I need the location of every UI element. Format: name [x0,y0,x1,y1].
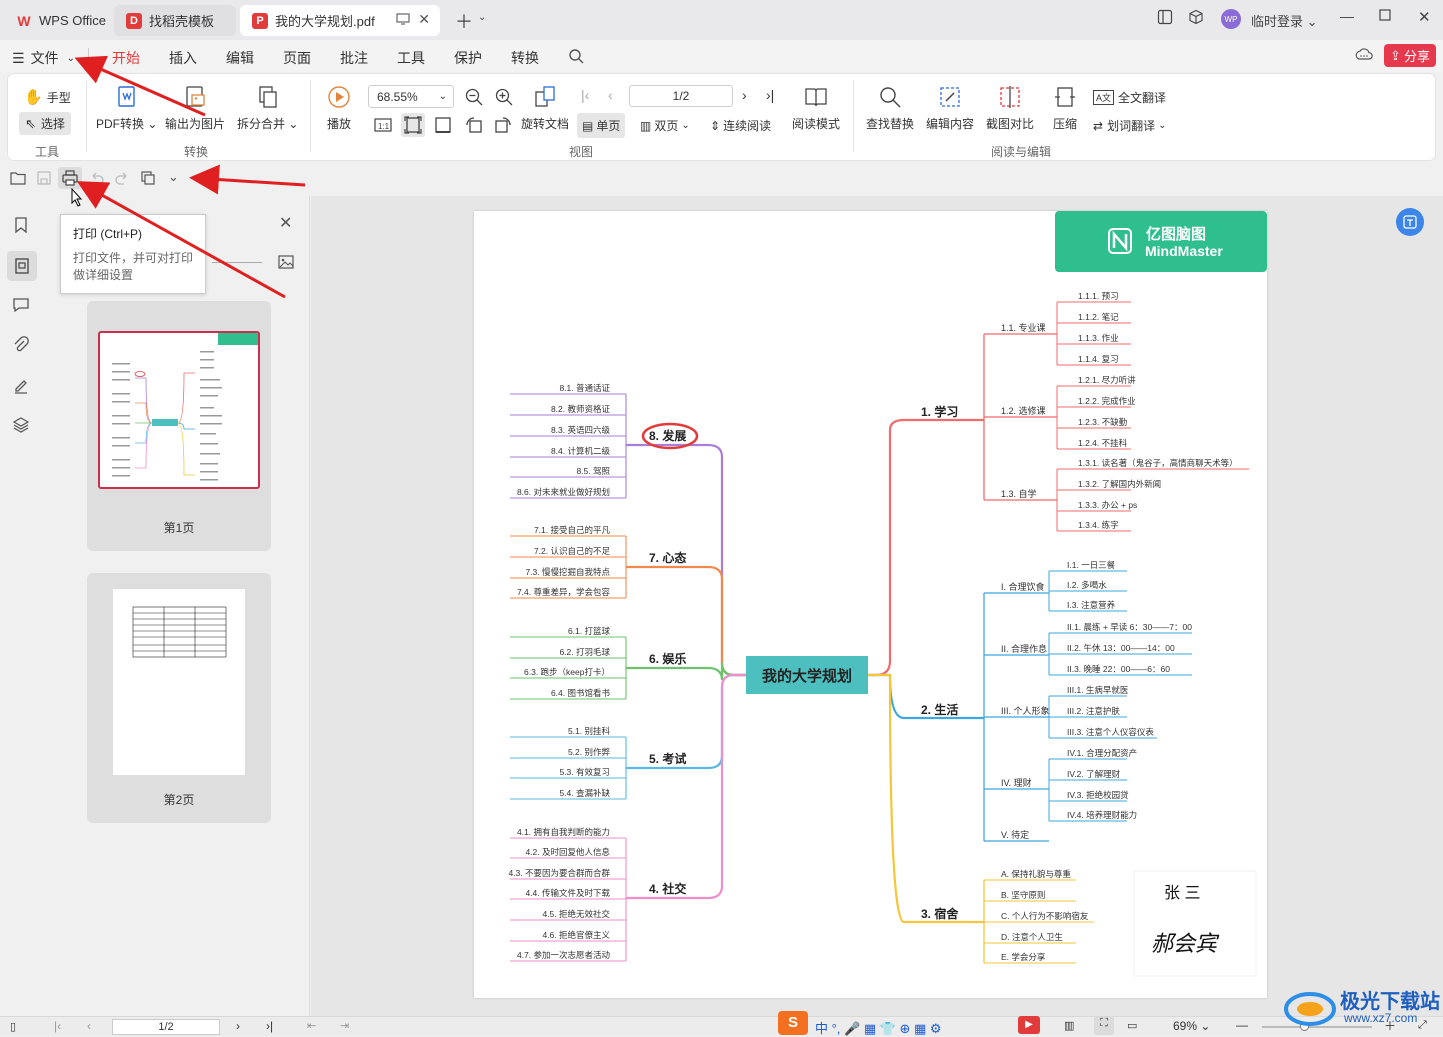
status-page-input[interactable]: 1/2 [112,1019,220,1035]
play-slideshow-icon[interactable]: ▶ [1018,1016,1040,1034]
prev-page-icon[interactable]: ‹ [87,1019,91,1033]
status-bar: ▯ |‹ ‹ 1/2 › ›| ⇤ ⇥ S 中 °, 🎤 ▦ 👕 ⊕ ▦ ⚙ ▶… [0,1011,1443,1037]
watermark-logo-icon [1284,992,1336,1026]
annotation-arrows [71,55,306,299]
ime-toolbar[interactable]: 中 °, 🎤 ▦ 👕 ⊕ ▦ ⚙ [815,1018,942,1037]
fit-page-status-icon[interactable]: ⛶ [1094,1017,1114,1035]
mouse-cursor-icon [71,187,83,207]
watermark-title: 极光下载站 [1340,991,1440,1013]
zoom-out-status-icon[interactable]: — [1236,1018,1248,1032]
arrow-to-file-menu [74,55,206,117]
arrow-to-quick-toolbar [189,164,306,195]
last-page-icon[interactable]: ›| [266,1019,273,1033]
fit-width-status-icon[interactable]: ▭ [1127,1019,1137,1032]
zoom-level[interactable]: 69% ⌄ [1173,1019,1210,1033]
ime-logo-icon[interactable]: S [778,1011,808,1035]
next-page-icon[interactable]: › [236,1019,240,1033]
back-icon[interactable]: ⇤ [307,1019,316,1032]
zoom-level-value: 69% [1173,1019,1198,1033]
first-page-icon[interactable]: |‹ [54,1019,61,1033]
watermark-url: www.xz7.com [1344,1011,1418,1025]
single-page-view-icon[interactable]: ▥ [1064,1019,1074,1032]
sidebar-toggle-icon[interactable]: ▯ [10,1020,16,1033]
forward-icon[interactable]: ⇥ [340,1019,349,1032]
site-watermark: 极光下载站 www.xz7.com [1282,983,1440,1033]
arrow-to-print [76,181,286,299]
